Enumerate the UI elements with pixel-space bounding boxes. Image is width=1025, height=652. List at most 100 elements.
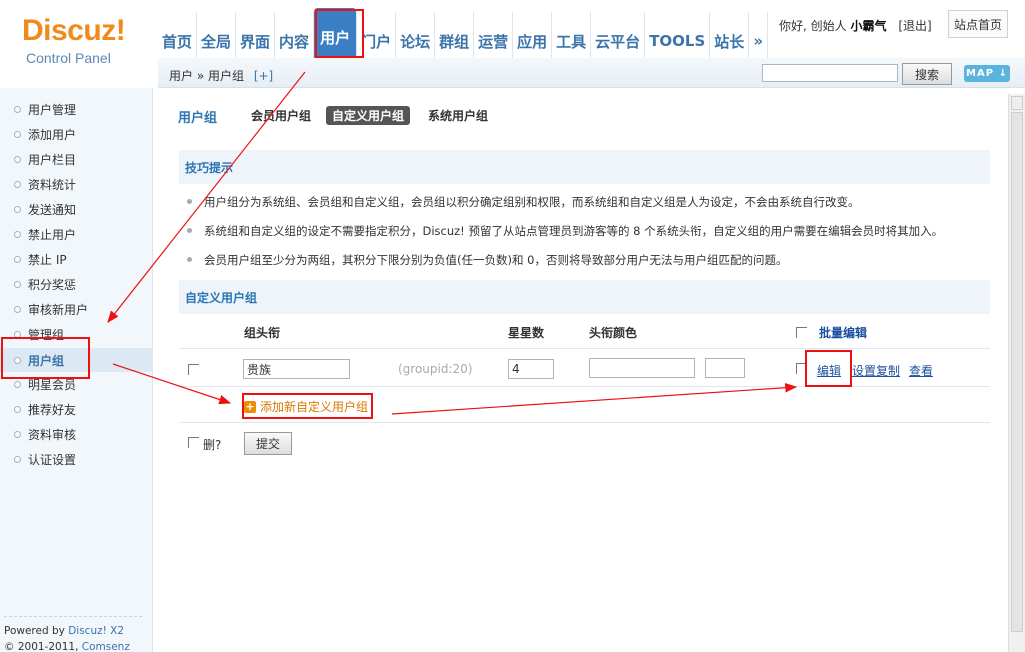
breadcrumb-path[interactable]: 用户 » 用户组 bbox=[169, 69, 244, 83]
sidebar-item-12[interactable]: 推荐好友 bbox=[0, 397, 153, 421]
nav-item-7[interactable]: 群组 bbox=[435, 12, 475, 58]
copy-settings-link[interactable]: 设置复制 bbox=[852, 362, 900, 379]
nav-item-13[interactable]: 站长 bbox=[710, 12, 750, 58]
bullet-icon bbox=[14, 106, 21, 113]
sidebar-item-7[interactable]: 积分奖惩 bbox=[0, 272, 153, 296]
sub-bar: 用户 » 用户组 [+] 搜索 MAP ↓ bbox=[158, 58, 1025, 88]
annotation-box-usergroup-item bbox=[1, 337, 90, 379]
col-group-title: 组头衔 bbox=[244, 326, 281, 340]
sidebar-item-label: 添加用户 bbox=[28, 127, 77, 142]
tab-system-groups[interactable]: 系统用户组 bbox=[422, 106, 494, 125]
sidebar-item-label: 发送通知 bbox=[28, 202, 77, 217]
delete-all-checkbox[interactable] bbox=[188, 437, 199, 448]
tab-member-groups[interactable]: 会员用户组 bbox=[245, 106, 317, 125]
stars-input[interactable]: 4 bbox=[508, 359, 554, 379]
breadcrumb: 用户 » 用户组 [+] bbox=[169, 67, 273, 84]
submit-button[interactable]: 提交 bbox=[244, 432, 292, 455]
bullet-icon bbox=[14, 306, 21, 313]
sidebar-item-4[interactable]: 发送通知 bbox=[0, 197, 153, 221]
sidebar-item-label: 禁止用户 bbox=[28, 227, 77, 242]
search-button[interactable]: 搜索 bbox=[902, 63, 952, 85]
group-id-label: (groupid:20) bbox=[398, 362, 473, 376]
sidebar-item-1[interactable]: 添加用户 bbox=[0, 122, 153, 146]
annotation-box-add-group bbox=[242, 393, 373, 419]
nav-item-3[interactable]: 内容 bbox=[275, 12, 315, 58]
sidebar-item-label: 推荐好友 bbox=[28, 402, 77, 417]
bullet-icon bbox=[14, 256, 21, 263]
divider bbox=[179, 422, 990, 423]
nav-item-0[interactable]: 首页 bbox=[158, 12, 198, 58]
view-link[interactable]: 查看 bbox=[909, 362, 933, 379]
sidebar-item-label: 资料审核 bbox=[28, 427, 77, 442]
batch-edit-checkbox[interactable] bbox=[796, 327, 807, 338]
nav-item-6[interactable]: 论坛 bbox=[396, 12, 436, 58]
site-home-button[interactable]: 站点首页 bbox=[948, 10, 1008, 38]
annotation-box-edit bbox=[805, 350, 852, 387]
custom-groups-heading: 自定义用户组 bbox=[179, 280, 990, 314]
tips-heading: 技巧提示 bbox=[179, 150, 990, 184]
bullet-icon bbox=[14, 156, 21, 163]
sidebar-item-3[interactable]: 资料统计 bbox=[0, 172, 153, 196]
nav-item-1[interactable]: 全局 bbox=[197, 12, 237, 58]
user-bar: 你好, 创始人 小霸气 [退出] bbox=[779, 17, 932, 34]
bullet-icon bbox=[14, 406, 21, 413]
logout-link[interactable]: [退出] bbox=[898, 19, 931, 33]
col-title-color: 头衔颜色 bbox=[589, 326, 638, 340]
sidebar-item-label: 用户管理 bbox=[28, 102, 77, 117]
bullet-icon bbox=[14, 131, 21, 138]
scroll-up-arrow-icon[interactable] bbox=[1011, 96, 1023, 110]
search-input[interactable] bbox=[762, 64, 898, 82]
sidebar-item-8[interactable]: 审核新用户 bbox=[0, 297, 153, 321]
nav-item-9[interactable]: 应用 bbox=[513, 12, 553, 58]
tip-item: 会员用户组至少分为两组，其积分下限分别为负值(任一负数)和 0，否则将导致部分用… bbox=[187, 252, 787, 268]
sidebar-footer: Powered by Discuz! X2 © 2001-2011, Comse… bbox=[4, 616, 142, 652]
main-content: 用户组 会员用户组 自定义用户组 系统用户组 技巧提示 用户组分为系统组、会员组… bbox=[158, 88, 1008, 652]
sidebar-item-6[interactable]: 禁止 IP bbox=[0, 247, 153, 271]
logo[interactable]: Discuz! Control Panel bbox=[0, 0, 158, 88]
nav-item-14[interactable]: » bbox=[749, 12, 769, 58]
col-batch-edit[interactable]: 批量编辑 bbox=[819, 324, 867, 341]
header: Discuz! Control Panel 首页 全局 界面 内容 用户 门户 论坛 群组 运营… bbox=[0, 0, 1025, 88]
scrollbar[interactable] bbox=[1008, 94, 1025, 652]
tip-item: 系统组和自定义组的设定不需要指定积分，Discuz! 预留了从站点管理员到游客等… bbox=[187, 223, 943, 239]
bullet-icon bbox=[14, 456, 21, 463]
sidebar-item-5[interactable]: 禁止用户 bbox=[0, 222, 153, 246]
col-stars: 星星数 bbox=[508, 326, 545, 340]
bullet-icon bbox=[14, 281, 21, 288]
sidebar-item-label: 积分奖惩 bbox=[28, 277, 77, 292]
row-delete-checkbox[interactable] bbox=[188, 364, 199, 375]
sidebar-item-label: 用户栏目 bbox=[28, 152, 77, 167]
page-title: 用户组 bbox=[178, 111, 218, 126]
nav-item-2[interactable]: 界面 bbox=[236, 12, 276, 58]
sidebar-item-14[interactable]: 认证设置 bbox=[0, 447, 153, 471]
logo-subtitle: Control Panel bbox=[26, 50, 111, 66]
logo-text: Discuz! bbox=[22, 14, 126, 47]
tip-item: 用户组分为系统组、会员组和自定义组，会员组以积分确定组别和权限，而系统组和自定义… bbox=[187, 194, 860, 210]
title-color-input[interactable] bbox=[589, 358, 695, 378]
divider bbox=[179, 386, 990, 387]
bullet-icon bbox=[14, 206, 21, 213]
nav-item-12[interactable]: TOOLS bbox=[645, 12, 711, 58]
tab-custom-groups[interactable]: 自定义用户组 bbox=[326, 106, 411, 125]
group-name-input[interactable]: 贵族 bbox=[243, 359, 350, 379]
arrow-down-icon: ↓ bbox=[998, 68, 1008, 79]
scroll-thumb[interactable] bbox=[1011, 112, 1023, 632]
sidebar-item-2[interactable]: 用户栏目 bbox=[0, 147, 153, 171]
color-preview[interactable] bbox=[705, 358, 745, 378]
product-link[interactable]: Discuz! X2 bbox=[68, 625, 124, 637]
add-shortcut-link[interactable]: [+] bbox=[254, 69, 273, 83]
nav-item-8[interactable]: 运营 bbox=[474, 12, 514, 58]
nav-item-10[interactable]: 工具 bbox=[552, 12, 592, 58]
sidebar-item-0[interactable]: 用户管理 bbox=[0, 97, 153, 121]
username[interactable]: 小霸气 bbox=[850, 19, 886, 33]
bullet-icon bbox=[14, 381, 21, 388]
bullet-icon bbox=[14, 231, 21, 238]
top-nav: 首页 全局 界面 内容 用户 门户 论坛 群组 运营 应用 工具 云平台 TOOLS 站长» bbox=[158, 0, 769, 58]
delete-label: 删? bbox=[203, 438, 222, 452]
greeting: 你好, 创始人 bbox=[779, 19, 847, 33]
nav-item-11[interactable]: 云平台 bbox=[591, 12, 646, 58]
bullet-icon bbox=[14, 181, 21, 188]
sidebar-item-13[interactable]: 资料审核 bbox=[0, 422, 153, 446]
map-button[interactable]: MAP ↓ bbox=[964, 65, 1010, 82]
copyright-text: © 2001-2011, bbox=[4, 641, 79, 652]
